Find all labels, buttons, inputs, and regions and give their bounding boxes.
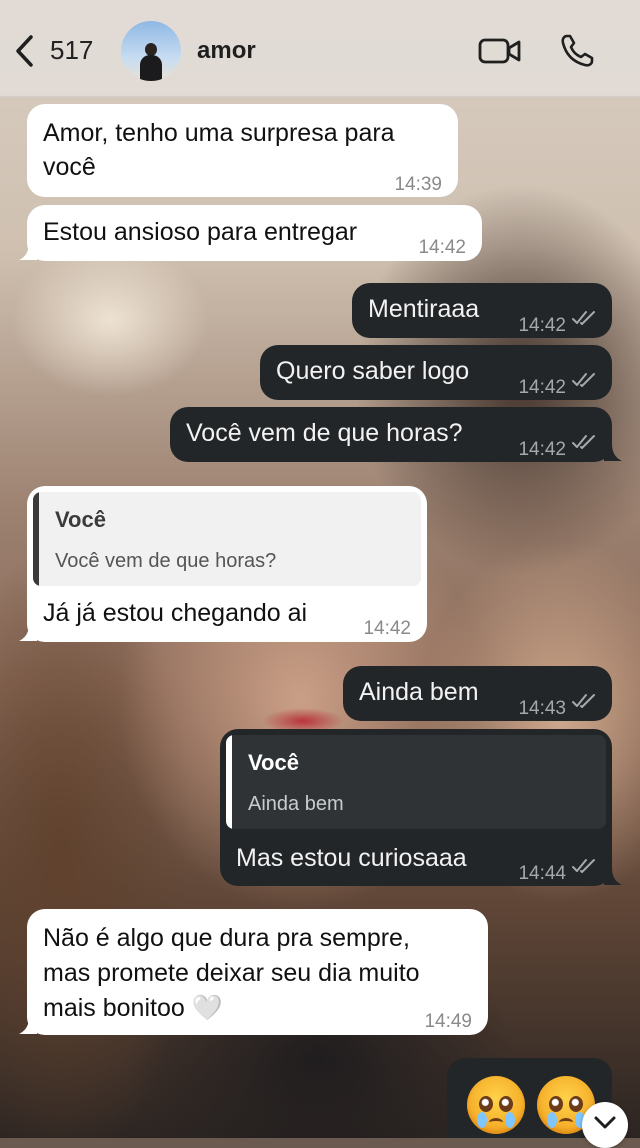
read-ticks-icon bbox=[572, 435, 595, 449]
chat-header: 517 amor bbox=[0, 0, 640, 97]
message-text-line: Você vem de que horas? bbox=[186, 419, 463, 447]
bubble-tail bbox=[19, 1016, 37, 1034]
bubble-tail bbox=[604, 867, 622, 885]
read-ticks-icon bbox=[572, 859, 595, 873]
read-ticks-icon bbox=[572, 694, 595, 708]
outgoing-reply-message[interactable]: Você Ainda bem Mas estou curiosaaa 14:44 bbox=[220, 729, 612, 886]
phone-call-icon[interactable] bbox=[559, 33, 595, 69]
message-time: 14:44 bbox=[518, 863, 566, 884]
outgoing-message[interactable]: Ainda bem 14:43 bbox=[343, 666, 612, 721]
read-ticks-icon bbox=[572, 311, 595, 325]
video-call-icon[interactable] bbox=[478, 36, 522, 66]
quote-accent-bar bbox=[226, 735, 232, 829]
read-ticks-icon bbox=[572, 373, 595, 387]
quote-text: Você vem de que horas? bbox=[55, 550, 277, 572]
bubble-tail bbox=[19, 623, 37, 641]
message-text-line: Mas estou curiosaaa bbox=[236, 844, 467, 872]
message-text-line: Mentiraaa bbox=[368, 295, 480, 323]
avatar-figure-body bbox=[140, 55, 162, 81]
scroll-to-bottom-button[interactable] bbox=[582, 1102, 628, 1148]
quoted-message[interactable]: Você Ainda bem bbox=[226, 735, 606, 829]
back-chevron-icon[interactable] bbox=[12, 34, 38, 68]
outgoing-message[interactable]: Você vem de que horas? 14:42 bbox=[170, 407, 612, 462]
message-text-line: Quero saber logo bbox=[276, 357, 470, 385]
message-text-line: Não é algo que dura pra sempre, bbox=[43, 924, 410, 952]
message-time: 14:42 bbox=[518, 439, 566, 460]
contact-name[interactable]: amor bbox=[197, 37, 256, 65]
message-text-line: mais bonitoo 🤍 bbox=[43, 994, 223, 1022]
bubble-tail bbox=[604, 443, 622, 461]
bubble-tail bbox=[19, 242, 37, 260]
message-text-line: você bbox=[43, 153, 96, 181]
quote-accent-bar bbox=[33, 492, 39, 586]
message-time: 14:49 bbox=[424, 1011, 472, 1032]
outgoing-message[interactable]: Quero saber logo 14:42 bbox=[260, 345, 612, 400]
incoming-message[interactable]: Amor, tenho uma surpresa para você 14:39 bbox=[27, 104, 458, 197]
incoming-reply-message[interactable]: Você Você vem de que horas? Já já estou … bbox=[27, 486, 427, 642]
message-time: 14:42 bbox=[418, 237, 466, 258]
message-time: 14:42 bbox=[518, 377, 566, 398]
quoted-message[interactable]: Você Você vem de que horas? bbox=[33, 492, 421, 586]
unread-count[interactable]: 517 bbox=[50, 35, 93, 66]
message-time: 14:43 bbox=[518, 698, 566, 719]
incoming-message[interactable]: Não é algo que dura pra sempre, mas prom… bbox=[27, 909, 488, 1035]
pleading-face-emoji bbox=[467, 1076, 525, 1134]
message-text-line: Já já estou chegando ai bbox=[43, 599, 308, 627]
message-text-line: Amor, tenho uma surpresa para bbox=[43, 119, 395, 147]
message-time: 14:42 bbox=[518, 315, 566, 336]
quote-text: Ainda bem bbox=[248, 793, 344, 815]
message-text-line: mas promete deixar seu dia muito bbox=[43, 959, 420, 987]
quote-author: Você bbox=[248, 750, 299, 775]
quote-author: Você bbox=[55, 507, 106, 532]
message-time: 14:39 bbox=[394, 174, 442, 195]
incoming-message[interactable]: Estou ansioso para entregar 14:42 bbox=[27, 205, 482, 261]
message-time: 14:42 bbox=[363, 618, 411, 639]
contact-avatar[interactable] bbox=[121, 21, 181, 81]
message-text-line: Estou ansioso para entregar bbox=[43, 218, 358, 246]
message-text-line: Ainda bem bbox=[359, 678, 479, 706]
outgoing-message[interactable]: Mentiraaa 14:42 bbox=[352, 283, 612, 338]
scroll-down-chevron-icon bbox=[594, 1116, 616, 1129]
